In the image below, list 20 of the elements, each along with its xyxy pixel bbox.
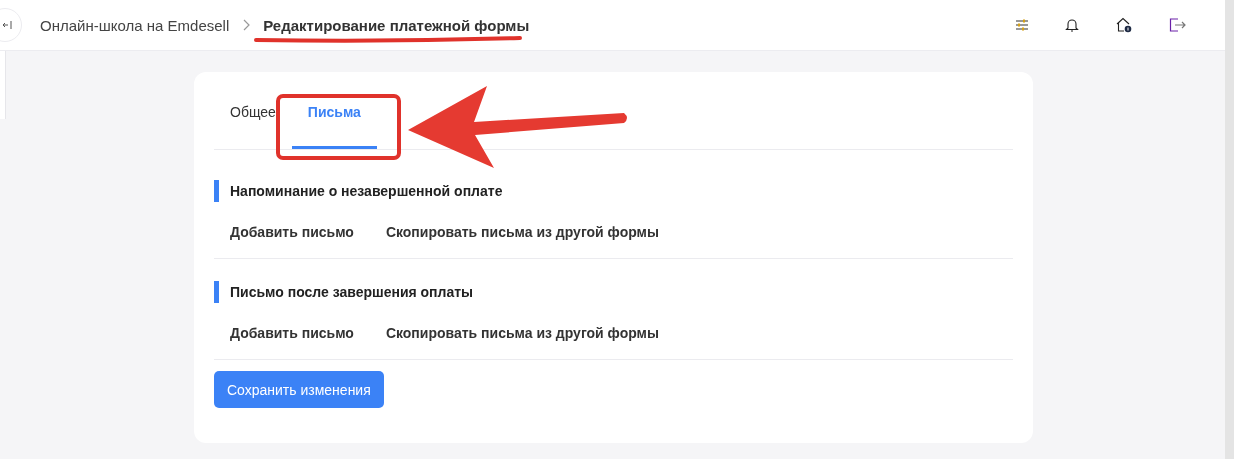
bell-icon[interactable] <box>1065 17 1079 33</box>
action-link[interactable]: Скопировать письма из другой формы <box>385 224 659 240</box>
section-accent-bar <box>214 180 219 202</box>
save-button[interactable]: Сохранить изменения <box>214 371 384 408</box>
action-link[interactable]: Добавить письмо <box>230 224 354 240</box>
action-link[interactable]: Добавить письмо <box>230 325 354 341</box>
action-link[interactable]: Скопировать письма из другой формы <box>385 325 659 341</box>
chevron-right-icon <box>242 19 251 31</box>
page-title: Редактирование платежной формы <box>263 16 530 34</box>
filter-settings-icon[interactable] <box>1015 18 1029 32</box>
breadcrumb-link[interactable]: Онлайн-школа на Emdesell <box>40 16 230 34</box>
tab[interactable]: Письма <box>291 92 377 149</box>
home-info-icon[interactable] <box>1115 17 1133 33</box>
section-title: Письмо после завершения оплаты <box>230 284 474 300</box>
section-title: Напоминание о незавершенной оплате <box>230 183 503 199</box>
tab[interactable]: Общее <box>214 92 276 149</box>
section-accent-bar <box>214 281 219 303</box>
collapse-icon <box>2 20 12 30</box>
scrollbar[interactable] <box>1225 0 1234 459</box>
logout-icon[interactable] <box>1169 18 1187 32</box>
